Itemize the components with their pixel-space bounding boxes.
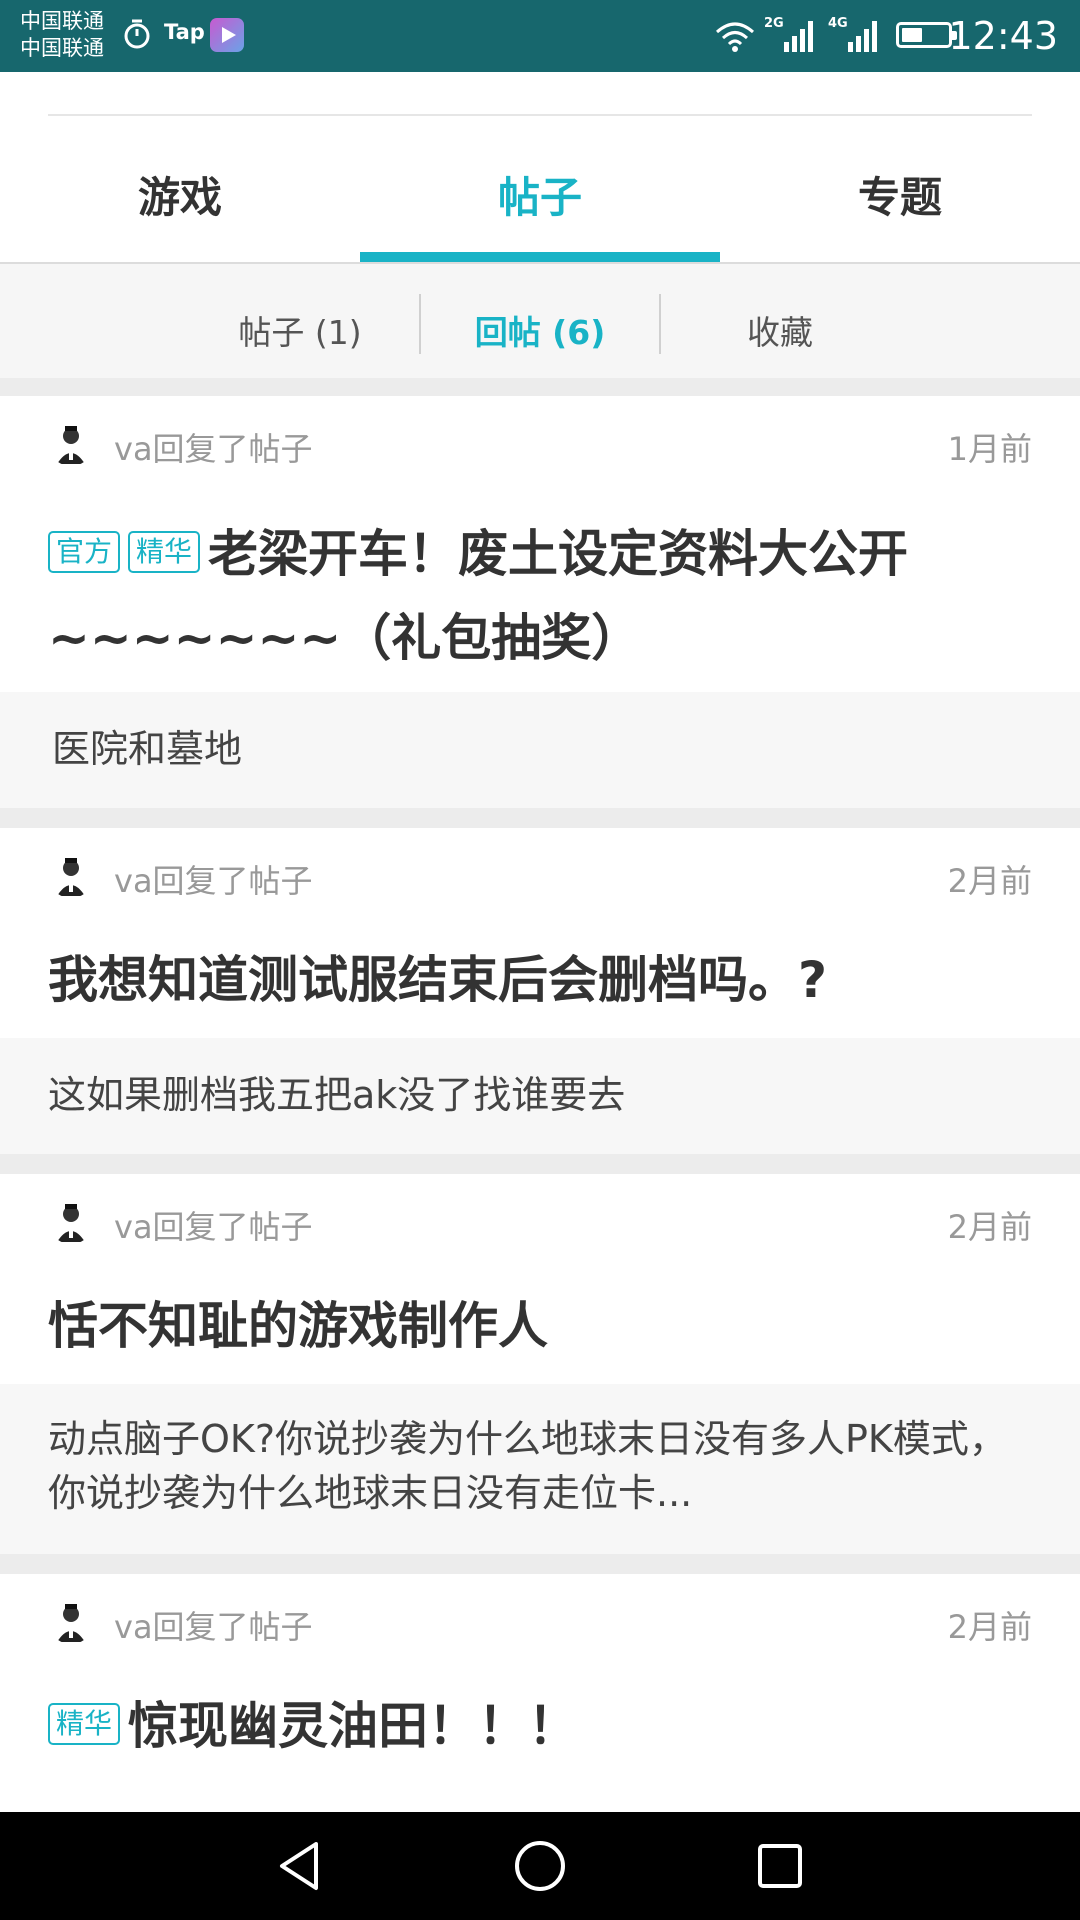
avatar[interactable]	[48, 1598, 94, 1644]
status-time: 12:43	[948, 14, 1058, 58]
tab-posts[interactable]: 帖子	[360, 164, 720, 225]
subtab-replies[interactable]: 回帖 (6)	[420, 306, 660, 354]
alarm-icon	[122, 18, 152, 54]
reply-excerpt[interactable]: 这如果删档我五把ak没了找谁要去	[0, 1038, 1080, 1154]
reply-excerpt[interactable]: 医院和墓地	[0, 692, 1080, 808]
featured-badge: 精华	[128, 530, 201, 573]
reply-meta: va回复了帖子	[114, 1208, 313, 1246]
carrier-1: 中国联通	[20, 9, 104, 33]
reply-excerpt-text: 医院和墓地	[52, 727, 243, 771]
post-title[interactable]: 我想知道测试服结束后会删档吗。?	[48, 938, 998, 1022]
reply-time: 1月前	[947, 430, 1032, 468]
reply-card[interactable]: va回复了帖子 1月前 官方 精华 老梁开车！废土设定资料大公开~~~~~~~（礼包…	[0, 396, 1080, 808]
back-icon[interactable]	[268, 1834, 332, 1898]
tab-games[interactable]: 游戏	[0, 164, 360, 225]
reply-meta: va回复了帖子	[114, 862, 313, 900]
reply-time: 2月前	[947, 1208, 1032, 1246]
top-tab-bar: 游戏 帖子 专题	[0, 72, 1080, 262]
network-4g-label: 4G	[828, 16, 848, 31]
post-title[interactable]: 官方 精华 老梁开车！废土设定资料大公开~~~~~~~（礼包抽奖）	[48, 512, 998, 680]
video-app-icon	[210, 18, 244, 52]
battery-fill	[902, 28, 922, 42]
avatar[interactable]	[48, 852, 94, 898]
carrier-2: 中国联通	[20, 36, 104, 60]
header-divider	[48, 114, 1032, 116]
avatar[interactable]	[48, 1198, 94, 1244]
battery-icon	[896, 22, 957, 48]
active-tab-indicator	[360, 252, 720, 262]
official-badge: 官方	[48, 530, 121, 573]
system-nav-bar	[0, 1812, 1080, 1920]
network-2g-label: 2G	[764, 16, 784, 31]
home-icon[interactable]	[508, 1834, 572, 1898]
reply-excerpt-text: 动点脑子OK?你说抄袭为什么地球末日没有多人PK模式，你说抄袭为什么地球末日没有…	[48, 1417, 1007, 1515]
reply-time: 2月前	[947, 862, 1032, 900]
sub-tab-bar: 帖子 (1) 回帖 (6) 收藏	[0, 264, 1080, 378]
signal-icon	[782, 18, 818, 56]
recent-apps-icon[interactable]	[748, 1834, 812, 1898]
reply-card[interactable]: va回复了帖子 2月前 恬不知耻的游戏制作人 动点脑子OK?你说抄袭为什么地球末…	[0, 1174, 1080, 1554]
status-bar: 中国联通 中国联通 Tap 2G 4G 12:43	[0, 0, 1080, 72]
reply-meta: va回复了帖子	[114, 430, 313, 468]
carrier-info: 中国联通 中国联通	[20, 8, 104, 62]
reply-card[interactable]: va回复了帖子 2月前 我想知道测试服结束后会删档吗。? 这如果删档我五把ak没…	[0, 828, 1080, 1154]
avatar[interactable]	[48, 420, 94, 466]
tab-topics[interactable]: 专题	[720, 164, 1080, 225]
featured-badge: 精华	[48, 1702, 121, 1745]
post-title[interactable]: 精华 惊现幽灵油田！！！	[48, 1684, 998, 1768]
reply-time: 2月前	[947, 1608, 1032, 1646]
wifi-icon	[714, 20, 756, 58]
signal-icon	[846, 18, 882, 56]
subtab-favorites[interactable]: 收藏	[660, 306, 900, 354]
reply-card[interactable]: va回复了帖子 2月前 精华 惊现幽灵油田！！！	[0, 1574, 1080, 1812]
subtab-my-posts[interactable]: 帖子 (1)	[180, 306, 420, 354]
reply-excerpt-text: 这如果删档我五把ak没了找谁要去	[48, 1073, 626, 1117]
post-title[interactable]: 恬不知耻的游戏制作人	[48, 1284, 998, 1368]
tap-app-icon: Tap	[164, 20, 205, 44]
post-title-text: 惊现幽灵油田！！！	[128, 1697, 579, 1755]
reply-meta: va回复了帖子	[114, 1608, 313, 1646]
reply-excerpt[interactable]: 动点脑子OK?你说抄袭为什么地球末日没有多人PK模式，你说抄袭为什么地球末日没有…	[0, 1384, 1080, 1554]
